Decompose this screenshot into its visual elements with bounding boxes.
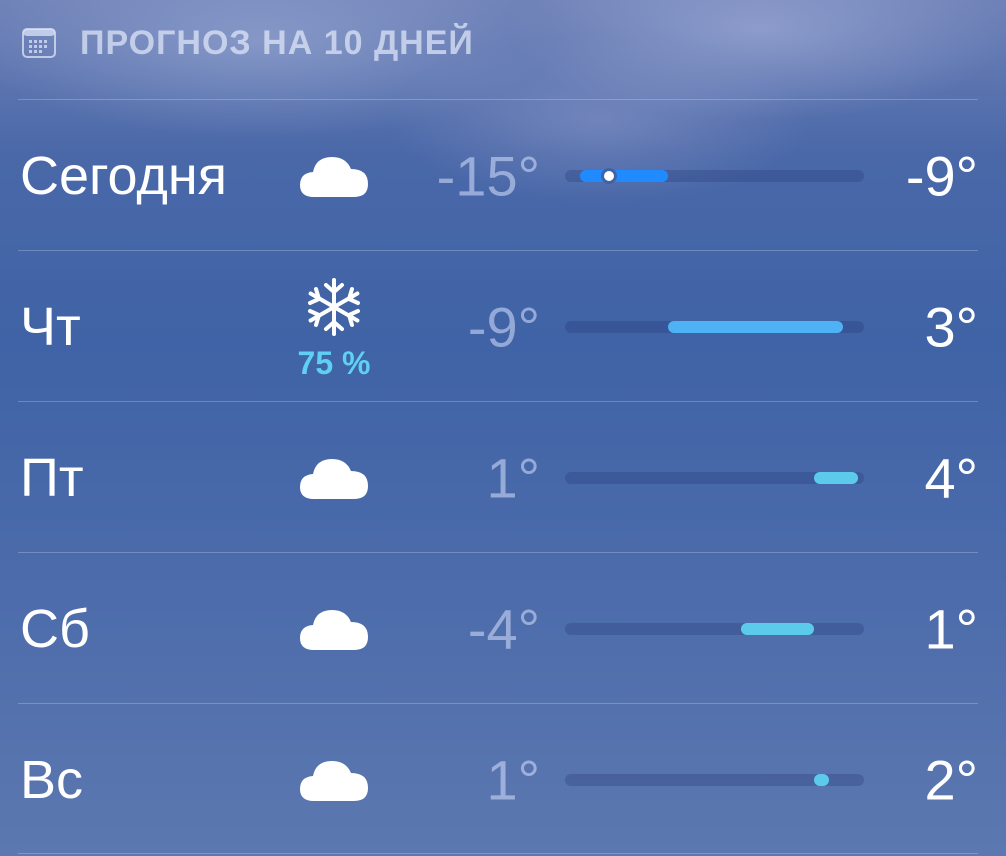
day-label: Сегодня xyxy=(20,145,227,206)
cloud-icon xyxy=(300,156,368,197)
precipitation-chance: 75 % xyxy=(297,345,371,381)
low-temp: 1° xyxy=(486,446,540,509)
low-temp: -9° xyxy=(467,295,540,358)
temperature-range-bar xyxy=(565,622,864,635)
day-label: Сб xyxy=(20,598,90,659)
forecast-header: ПРОГНОЗ НА 10 ДНЕЙ xyxy=(22,22,474,64)
temperature-range-fill xyxy=(740,622,815,635)
divider xyxy=(18,853,978,854)
calendar-icon xyxy=(22,28,56,58)
forecast-row-sat[interactable]: Сб -4° 1° xyxy=(0,553,1006,704)
forecast-row-thu[interactable]: Чт 75 % -9° 3° xyxy=(0,251,1006,402)
snowflake-icon xyxy=(308,278,360,336)
low-temp: -4° xyxy=(467,597,540,660)
forecast-title: ПРОГНОЗ НА 10 ДНЕЙ xyxy=(80,23,474,62)
low-temp: -15° xyxy=(436,144,540,207)
temperature-range-bar xyxy=(565,471,864,484)
forecast-row-today[interactable]: Сегодня -15° -9° xyxy=(0,100,1006,251)
temperature-range-fill xyxy=(667,320,844,333)
high-temp: 3° xyxy=(924,295,978,358)
high-temp: 1° xyxy=(924,597,978,660)
temperature-range-fill xyxy=(814,471,859,484)
low-temp: 1° xyxy=(486,748,540,811)
current-temperature-dot xyxy=(603,170,614,181)
snow-forecast: 75 % xyxy=(284,273,384,383)
forecast-row-sun[interactable]: Вс 1° 2° xyxy=(0,704,1006,855)
forecast-row-fri[interactable]: Пт 1° 4° xyxy=(0,402,1006,553)
temperature-range-fill xyxy=(579,169,668,182)
day-label: Вс xyxy=(20,749,84,810)
temperature-range-bar xyxy=(565,773,864,786)
cloud-icon xyxy=(300,458,368,499)
temperature-range-bar xyxy=(565,169,864,182)
high-temp: 4° xyxy=(924,446,978,509)
temperature-range-fill xyxy=(814,773,829,786)
cloud-icon xyxy=(300,760,368,801)
day-label: Пт xyxy=(20,447,84,508)
temperature-range-bar xyxy=(565,320,864,333)
cloud-icon xyxy=(300,609,368,650)
day-label: Чт xyxy=(20,296,81,357)
high-temp: -9° xyxy=(905,144,978,207)
high-temp: 2° xyxy=(924,748,978,811)
